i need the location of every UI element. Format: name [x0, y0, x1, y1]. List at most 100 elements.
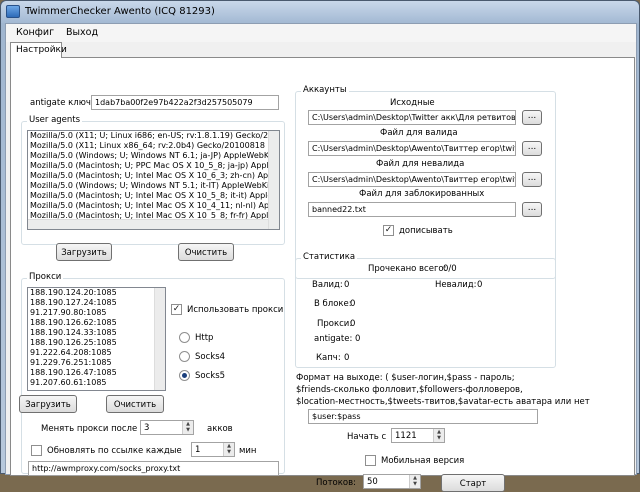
- valid-stat-label: Валид:: [312, 280, 343, 290]
- app-icon: [6, 5, 20, 18]
- antigate-stat-value: 0: [355, 334, 361, 344]
- list-item[interactable]: Mozilla/5.0 (Windows; U; Windows NT 6.1;…: [28, 151, 279, 161]
- start-from-label: Начать с: [347, 432, 387, 442]
- valid-browse-button[interactable]: ...: [522, 141, 542, 156]
- list-item[interactable]: 91.207.60.61:1085: [28, 378, 165, 388]
- app-window: TwimmerChecker Awento (ICQ 81293) Конфиг…: [0, 0, 640, 492]
- antigate-key-label: antigate ключ: [30, 98, 91, 108]
- start-from-stepper[interactable]: 1121 ▲ ▼: [391, 428, 445, 443]
- menu-bar: Конфиг Выход: [6, 24, 636, 42]
- source-browse-button[interactable]: ...: [522, 110, 542, 125]
- captcha-stat-value: 0: [344, 353, 350, 363]
- menu-config[interactable]: Конфиг: [16, 27, 54, 38]
- antigate-stat-label: antigate:: [314, 334, 353, 344]
- invalid-path-input[interactable]: C:\Users\admin\Desktop\Awento\Твиттер ег…: [308, 172, 516, 187]
- list-item[interactable]: 91.222.64.208:1085: [28, 348, 165, 358]
- list-item[interactable]: 188.190.127.24:1085: [28, 298, 165, 308]
- user-agents-vscroll[interactable]: [268, 131, 279, 229]
- window-title: TwimmerChecker Awento (ICQ 81293): [25, 6, 215, 17]
- append-checkbox[interactable]: ✓: [383, 225, 394, 236]
- checked-total-label: Прочекано всего:: [368, 264, 447, 274]
- format-text-line-1: Формат на выходе: ( $user-логин,$pass - …: [296, 373, 515, 383]
- radio-socks4[interactable]: [179, 351, 190, 362]
- radio-http[interactable]: [179, 332, 190, 343]
- menu-exit[interactable]: Выход: [66, 27, 98, 38]
- threads-stepper[interactable]: 50 ▲ ▼: [363, 474, 421, 489]
- list-item[interactable]: Mozilla/5.0 (Windows; U; Windows NT 5.1;…: [28, 181, 279, 191]
- invalid-browse-button[interactable]: ...: [522, 172, 542, 187]
- blocked-path-input[interactable]: banned22.txt: [308, 202, 516, 217]
- user-agents-hscroll[interactable]: [28, 219, 268, 229]
- change-proxy-stepper[interactable]: 3 ▲ ▼: [140, 420, 194, 435]
- mobile-version-checkbox[interactable]: [365, 455, 376, 466]
- list-item[interactable]: 188.190.126.62:1085: [28, 318, 165, 328]
- proxy-list[interactable]: 188.190.124.20:1085 188.190.127.24:1085 91…: [27, 287, 166, 391]
- statistics-title: Статистика: [301, 252, 358, 262]
- valid-stat-value: 0: [344, 280, 350, 290]
- refresh-stepper[interactable]: 1 ▲ ▼: [191, 442, 235, 457]
- blocked-stat-value: 0: [350, 299, 356, 309]
- change-proxy-label: Менять прокси после: [41, 424, 138, 434]
- list-item[interactable]: 188.190.124.20:1085: [28, 288, 165, 298]
- invalid-file-label: Файл для невалида: [376, 159, 465, 169]
- mobile-version-label: Мобильная версия: [381, 456, 465, 466]
- stepper-arrows-icon[interactable]: ▲ ▼: [182, 421, 193, 434]
- refresh-checkbox[interactable]: [31, 445, 42, 456]
- list-item[interactable]: 91.217.90.80:1085: [28, 308, 165, 318]
- user-agents-title: User agents: [27, 115, 83, 125]
- start-from-value: 1121: [395, 431, 417, 441]
- title-bar[interactable]: TwimmerChecker Awento (ICQ 81293): [1, 1, 639, 23]
- source-label: Исходные: [390, 98, 435, 108]
- proxy-list-vscroll[interactable]: [154, 288, 165, 390]
- settings-tab-page: antigate ключ 1dab7ba00f2e97b422a2f3d257…: [10, 57, 635, 492]
- list-item[interactable]: 91.229.76.251:1085: [28, 358, 165, 368]
- list-item[interactable]: 188.190.126.47:1085: [28, 368, 165, 378]
- invalid-stat-label: Невалид:: [435, 280, 477, 290]
- list-item[interactable]: 188.190.124.33:1085: [28, 328, 165, 338]
- source-path-input[interactable]: C:\Users\admin\Desktop\Twitter акк\Для р…: [308, 110, 516, 125]
- list-item[interactable]: Mozilla/5.0 (Macintosh; U; PPC Mac OS X …: [28, 161, 279, 171]
- valid-path-input[interactable]: C:\Users\admin\Desktop\Awento\Твиттер ег…: [308, 141, 516, 156]
- user-agents-clear-button[interactable]: Очистить: [178, 243, 234, 261]
- list-item[interactable]: Mozilla/5.0 (Macintosh; U; Intel Mac OS …: [28, 191, 279, 201]
- radio-socks5[interactable]: [179, 370, 190, 381]
- use-proxy-checkbox[interactable]: ✓: [171, 304, 182, 315]
- statistics-group: [295, 258, 556, 368]
- checked-total-value: 0/0: [443, 264, 457, 274]
- captcha-stat-label: Капч:: [316, 353, 341, 363]
- proxy-clear-button[interactable]: Очистить: [106, 395, 164, 413]
- threads-label: Потоков:: [316, 478, 356, 488]
- user-agents-list[interactable]: Mozilla/5.0 (X11; U; Linux i686; en-US; …: [27, 130, 280, 230]
- format-text-line-3: $location-местность,$tweets-твитов,$avat…: [296, 397, 590, 407]
- user-agents-load-button[interactable]: Загрузить: [56, 243, 112, 261]
- list-item[interactable]: Mozilla/5.0 (Macintosh; U; Intel Mac OS …: [28, 171, 279, 181]
- format-text-line-2: $friends-сколько фолловит,$followers-фол…: [296, 385, 523, 395]
- refresh-unit: мин: [239, 446, 257, 456]
- blocked-stat-label: В блоке:: [314, 299, 352, 309]
- stepper-arrows-icon[interactable]: ▲ ▼: [433, 429, 444, 442]
- start-button[interactable]: Старт: [441, 474, 505, 492]
- proxy-load-button[interactable]: Загрузить: [19, 395, 77, 413]
- proxy-stat-value: 0: [350, 319, 356, 329]
- proxy-title: Прокси: [27, 272, 64, 282]
- refresh-label: Обновлять по ссылке каждые: [47, 446, 182, 456]
- threads-value: 50: [367, 477, 378, 487]
- tab-settings[interactable]: Настройки: [10, 42, 67, 58]
- stepper-arrows-icon[interactable]: ▲ ▼: [409, 475, 420, 488]
- output-format-input[interactable]: $user:$pass: [308, 409, 538, 424]
- accounts-title: Аккаунты: [301, 85, 349, 95]
- valid-file-label: Файл для валида: [380, 128, 458, 138]
- proxy-stat-label: Прокси:: [317, 319, 353, 329]
- blocked-browse-button[interactable]: ...: [522, 202, 542, 217]
- list-item[interactable]: 188.190.126.25:1085: [28, 338, 165, 348]
- append-label: дописывать: [399, 226, 453, 236]
- client-area: Конфиг Выход Настройки antigate ключ 1da…: [5, 23, 637, 492]
- antigate-key-input[interactable]: 1dab7ba00f2e97b422a2f3d257505079: [91, 95, 279, 110]
- list-item[interactable]: Mozilla/5.0 (X11; U; Linux i686; en-US; …: [28, 131, 279, 141]
- list-item[interactable]: Mozilla/5.0 (X11; Linux x86_64; rv:2.0b4…: [28, 141, 279, 151]
- change-proxy-value: 3: [144, 423, 150, 433]
- stepper-arrows-icon[interactable]: ▲ ▼: [223, 443, 234, 456]
- list-item[interactable]: Mozilla/5.0 (Macintosh; U; Intel Mac OS …: [28, 201, 279, 211]
- radio-socks5-label: Socks5: [195, 371, 226, 381]
- blocked-file-label: Файл для заблокированных: [359, 189, 485, 199]
